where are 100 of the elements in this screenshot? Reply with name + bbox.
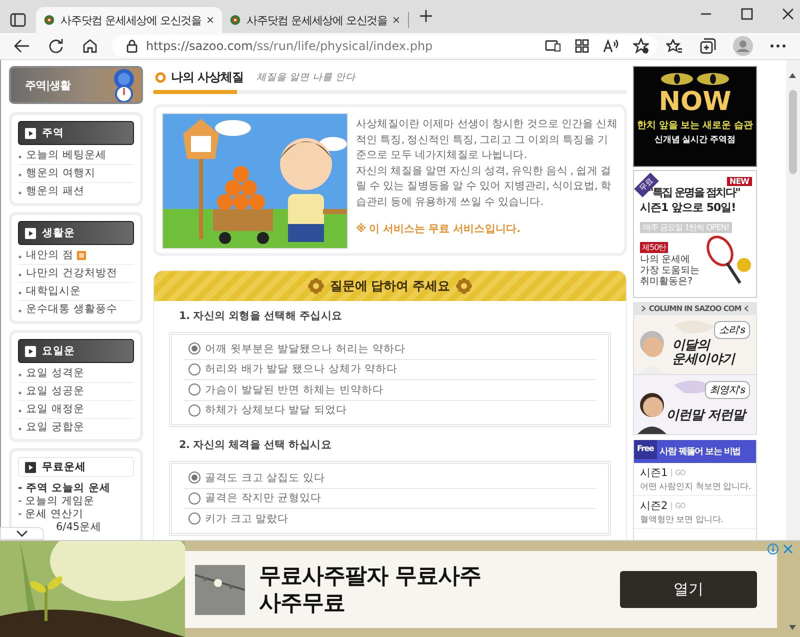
info-icon[interactable] bbox=[767, 543, 779, 555]
collections-icon[interactable] bbox=[700, 38, 716, 54]
menu-heading-text: 요일운 bbox=[42, 344, 75, 358]
box-title: 사람 꿰뚫어 보는 비법 bbox=[660, 446, 740, 458]
menu-heading-text: 무료운세 bbox=[42, 460, 86, 474]
answer-option[interactable]: 골격도 크고 살집도 있다 bbox=[184, 468, 596, 488]
answer-option[interactable]: 어깨 윗부분은 발달됐으나 허리는 약하다 bbox=[184, 339, 596, 360]
column-title: 이달의 운세이야기 bbox=[672, 339, 737, 367]
menu-link[interactable]: 대학입시운 bbox=[18, 283, 134, 301]
question-title: 1. 자신의 외형을 선택해 주십시요 bbox=[178, 309, 344, 324]
browser-tab[interactable]: 사주닷컴 운세세상에 오신것을 bbox=[36, 7, 222, 33]
answer-option[interactable]: 가슴이 발달된 반면 하체는 빈약하다 bbox=[184, 380, 596, 400]
new-tab-icon[interactable] bbox=[419, 9, 433, 23]
ad-title: 무료사주팔자 무료사주 사주무료 bbox=[259, 562, 482, 616]
menu-link[interactable]: 6/45운세 bbox=[56, 521, 102, 534]
play-icon bbox=[25, 228, 36, 238]
column-title: 이런말 저런말 bbox=[666, 409, 748, 423]
chevron-left-icon bbox=[744, 305, 750, 312]
home-icon[interactable] bbox=[82, 38, 98, 54]
play-icon bbox=[25, 346, 36, 356]
lock-icon bbox=[126, 39, 138, 53]
intro-paragraph: 사상체질이란 이제마 선생이 창시한 것으로 인간을 신체적인 특징, 정신적인 특징, 그리고 그 이외의 특징을 기준으로 모두 네가지체질로 나뉩니다. bbox=[356, 117, 618, 163]
menu-link[interactable]: 요일 성공운 bbox=[18, 383, 134, 401]
banner-subtitle: 시즌1 앞으로 50일! bbox=[640, 200, 737, 215]
new-tag: NEW bbox=[726, 177, 752, 186]
page-subtitle: 체질을 알면 나를 안다 bbox=[256, 71, 356, 84]
menu-heading-text: 주역 bbox=[42, 126, 64, 140]
season-description: 어떤 사람인지 척보면 압니다. bbox=[640, 481, 750, 493]
flower-icon bbox=[456, 278, 472, 294]
read-aloud-icon[interactable] bbox=[603, 39, 619, 53]
close-icon[interactable] bbox=[207, 15, 214, 25]
radio-button[interactable] bbox=[188, 404, 201, 417]
promo-banner[interactable]: NOW 한치 앞을 보는 새로운 습관 신개념 실시간 주역점 bbox=[633, 66, 757, 167]
question-title: 2. 자신의 체격을 선택 하십시요 bbox=[178, 438, 333, 453]
season-title: 시즌1 bbox=[640, 466, 668, 480]
open-button[interactable]: 열기 bbox=[620, 571, 757, 608]
app-available-icon[interactable] bbox=[545, 40, 561, 52]
menu-link[interactable]: 요일 성격운 bbox=[18, 365, 134, 383]
banner-text: 한치 앞을 보는 새로운 습관 bbox=[637, 119, 753, 132]
radio-button[interactable] bbox=[188, 492, 201, 505]
play-icon bbox=[25, 462, 36, 472]
ad-card[interactable]: 무료사주팔자 무료사주 사주무료 열기 bbox=[185, 551, 777, 628]
add-favorite-icon[interactable] bbox=[633, 38, 649, 54]
season-description: 혈액형만 보면 압니다. bbox=[640, 514, 724, 526]
radio-button[interactable] bbox=[188, 342, 201, 356]
menu-link[interactable]: - 운세 연산기 bbox=[18, 508, 84, 521]
column-banner[interactable]: 소리's 이달의 운세이야기 bbox=[633, 315, 757, 375]
menu-heading-text: 생활운 bbox=[42, 226, 75, 240]
author-tag: 소리's bbox=[714, 321, 750, 339]
menu-link[interactable]: - 주역 오늘의 운세 bbox=[18, 482, 110, 495]
notice-text: ※ 이 서비스는 무료 서비스입니다. bbox=[356, 222, 522, 237]
site-logo-icon bbox=[230, 12, 240, 28]
close-icon[interactable] bbox=[782, 8, 794, 20]
menu-link[interactable]: 내안의 점 bbox=[18, 247, 134, 265]
back-icon[interactable] bbox=[14, 39, 30, 53]
season-title: 시즌2 bbox=[640, 499, 668, 513]
site-logo-icon bbox=[44, 12, 54, 28]
close-icon[interactable] bbox=[393, 15, 400, 25]
play-icon bbox=[25, 128, 36, 138]
banner-text: 신개념 실시간 주역점 bbox=[654, 134, 736, 146]
refresh-icon[interactable] bbox=[48, 38, 64, 54]
section-banner[interactable]: 주역|생활 bbox=[9, 66, 143, 104]
scrollbar-thumb[interactable] bbox=[789, 90, 797, 174]
scroll-up-icon[interactable] bbox=[789, 73, 796, 78]
maximize-icon[interactable] bbox=[741, 8, 753, 20]
answer-option[interactable]: 키가 크고 말랐다 bbox=[184, 509, 596, 528]
answer-option[interactable]: 허리와 배가 발달 됐으나 상체가 약하다 bbox=[184, 360, 596, 380]
flower-icon bbox=[308, 278, 324, 294]
favorites-icon[interactable] bbox=[666, 38, 683, 54]
radio-button[interactable] bbox=[188, 362, 201, 376]
page-title: 나의 사상체질 bbox=[171, 69, 244, 86]
browser-tab[interactable]: 사주닷컴 운세세상에 오신것을 bbox=[222, 7, 408, 33]
menu-link[interactable]: - 오늘의 게임운 bbox=[18, 495, 94, 508]
more-icon[interactable] bbox=[770, 44, 786, 48]
column-banner[interactable]: 최영지's 이런말 저런말 bbox=[633, 375, 757, 435]
radio-button[interactable] bbox=[188, 471, 201, 484]
episode-tag: 제50탄 bbox=[640, 242, 668, 253]
banner-headline: NOW bbox=[658, 87, 732, 117]
menu-link[interactable]: 행운의 여행지 bbox=[18, 165, 134, 183]
grid-icon[interactable] bbox=[575, 39, 589, 53]
radio-button[interactable] bbox=[188, 512, 201, 526]
menu-link[interactable]: 요일 애정운 bbox=[18, 401, 134, 419]
chevron-down-icon bbox=[16, 530, 28, 537]
scroll-down-icon[interactable] bbox=[789, 625, 796, 630]
answer-option[interactable]: 골격은 작지만 균형있다 bbox=[184, 488, 596, 509]
scrollbar[interactable] bbox=[786, 60, 800, 540]
profile-avatar-icon[interactable] bbox=[733, 36, 753, 56]
address-field[interactable]: https://sazoo.com/ss/run/life/physical/index.php bbox=[112, 35, 657, 57]
banner-question: 나의 운세에 가장 도움되는 취미활동은? bbox=[640, 254, 701, 287]
menu-link[interactable]: 나만의 건강처방전 bbox=[18, 265, 134, 283]
tab-actions-icon[interactable] bbox=[10, 13, 26, 27]
radio-button[interactable] bbox=[188, 383, 201, 396]
free-tag: Free bbox=[634, 440, 657, 459]
answer-option[interactable]: 하체가 상체보다 발달 되었다 bbox=[184, 400, 596, 420]
collapse-button[interactable] bbox=[0, 527, 44, 540]
ring-icon bbox=[155, 72, 166, 83]
chevron-right-icon bbox=[640, 305, 646, 312]
menu-link[interactable]: 오늘의 베팅운세 bbox=[18, 147, 134, 165]
author-tag: 최영지's bbox=[704, 381, 750, 399]
intro-paragraph: 자신의 체질을 알면 자신의 성격, 유익한 음식 , 쉽게 걸릴 수 있는 질병등을 알 수 있어 지병관리, 식이요법, 학습관리 등에 유용하게 쓰일 수 있습니다. bbox=[356, 164, 612, 210]
